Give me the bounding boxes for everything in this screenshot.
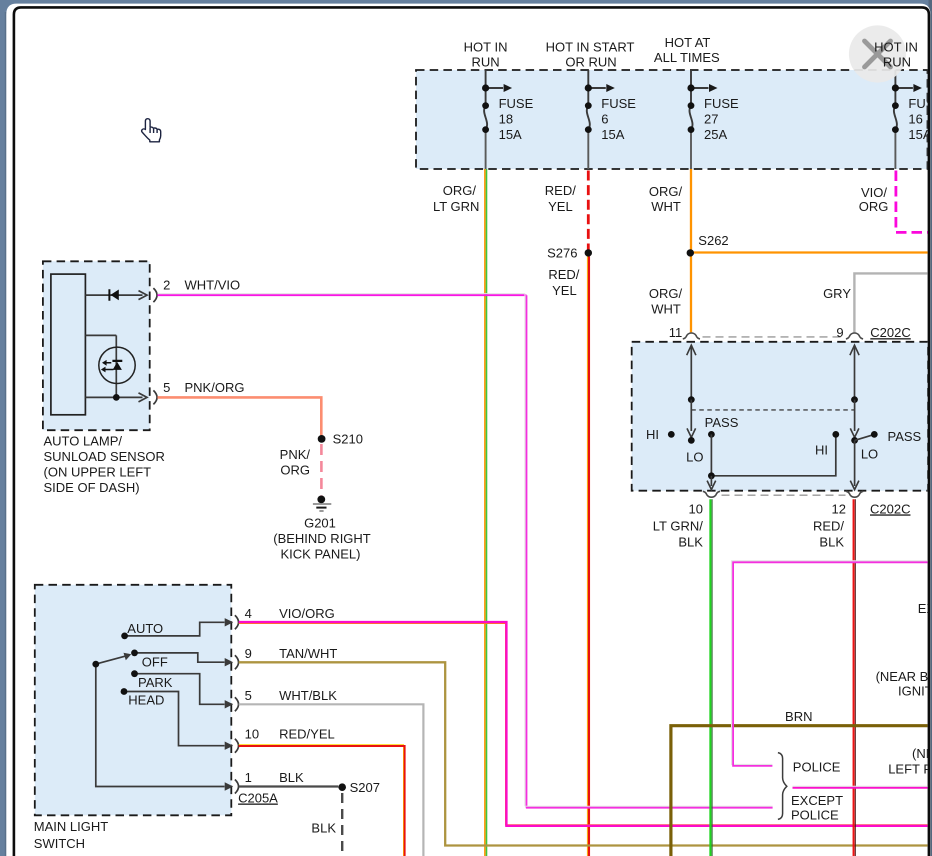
svg-text:PARK: PARK (138, 675, 173, 690)
svg-text:HOT IN START: HOT IN START (546, 40, 635, 55)
svg-text:RED/: RED/ (813, 518, 844, 533)
svg-text:5: 5 (163, 380, 170, 395)
svg-text:S276: S276 (547, 245, 577, 260)
svg-text:16: 16 (908, 112, 922, 127)
svg-text:S262: S262 (698, 233, 728, 248)
svg-text:C205A: C205A (238, 791, 278, 806)
svg-text:SWITCH: SWITCH (34, 836, 85, 851)
svg-text:MAIN LIGHT: MAIN LIGHT (34, 819, 108, 834)
svg-text:WHT: WHT (651, 301, 681, 316)
svg-text:LT GRN/: LT GRN/ (653, 518, 703, 533)
svg-text:G201: G201 (304, 516, 336, 531)
svg-text:BLK: BLK (819, 534, 844, 549)
svg-text:(NEAR BR: (NEAR BR (876, 669, 932, 684)
svg-text:PNK/: PNK/ (280, 447, 311, 462)
svg-text:GRY: GRY (823, 286, 851, 301)
svg-text:HOT IN: HOT IN (874, 40, 918, 55)
svg-text:OFF: OFF (142, 654, 168, 669)
svg-text:18: 18 (499, 112, 513, 127)
svg-text:YEL: YEL (548, 199, 573, 214)
svg-text:LO: LO (686, 450, 703, 465)
svg-text:BLK: BLK (279, 770, 304, 785)
svg-text:RED/: RED/ (545, 183, 576, 198)
svg-text:FUSE: FUSE (704, 96, 739, 111)
svg-text:ORG/: ORG/ (443, 183, 477, 198)
svg-text:11: 11 (669, 325, 683, 340)
svg-text:HEAD: HEAD (128, 692, 164, 707)
svg-text:ORG/: ORG/ (649, 184, 683, 199)
svg-text:C202C: C202C (870, 501, 910, 516)
svg-text:S210: S210 (333, 431, 363, 446)
svg-text:25A: 25A (704, 127, 727, 142)
svg-text:POLICE: POLICE (793, 759, 841, 774)
svg-text:(BEHIND RIGHT: (BEHIND RIGHT (273, 531, 371, 546)
svg-text:LT GRN: LT GRN (433, 199, 479, 214)
svg-text:WHT: WHT (651, 199, 681, 214)
svg-text:SIDE OF DASH): SIDE OF DASH) (44, 480, 140, 495)
svg-text:6: 6 (601, 112, 608, 127)
svg-text:PASS: PASS (888, 429, 922, 444)
svg-text:EXCEPT: EXCEPT (791, 793, 843, 808)
svg-text:PNK/ORG: PNK/ORG (185, 380, 245, 395)
svg-text:TAN/WHT: TAN/WHT (279, 646, 337, 661)
svg-text:WHT/VIO: WHT/VIO (185, 277, 241, 292)
svg-text:RED/YEL: RED/YEL (279, 727, 335, 742)
svg-text:ORG: ORG (280, 462, 310, 477)
svg-text:1: 1 (245, 770, 252, 785)
svg-text:LEFT F: LEFT F (888, 762, 931, 777)
svg-text:OR RUN: OR RUN (565, 55, 616, 70)
svg-text:PASS: PASS (705, 415, 739, 430)
svg-text:5: 5 (245, 688, 252, 703)
svg-text:RED/: RED/ (548, 267, 579, 282)
svg-text:BLK: BLK (311, 821, 336, 836)
svg-text:12: 12 (832, 501, 846, 516)
svg-text:C202C: C202C (870, 325, 910, 340)
svg-text:KICK PANEL): KICK PANEL) (281, 547, 361, 562)
svg-text:VIO/ORG: VIO/ORG (279, 606, 335, 621)
svg-text:HI: HI (646, 427, 659, 442)
svg-text:HI: HI (815, 443, 828, 458)
svg-text:RUN: RUN (472, 55, 500, 70)
svg-text:10: 10 (689, 501, 703, 516)
svg-text:FUSE: FUSE (499, 96, 534, 111)
svg-text:IGNIT: IGNIT (898, 684, 932, 699)
svg-text:ALL TIMES: ALL TIMES (654, 50, 720, 65)
svg-text:10: 10 (245, 727, 259, 742)
svg-text:HOT IN: HOT IN (464, 40, 508, 55)
svg-text:AUTO: AUTO (127, 621, 163, 636)
svg-text:HOT AT: HOT AT (665, 35, 711, 50)
svg-text:2: 2 (163, 277, 170, 292)
svg-text:27: 27 (704, 112, 718, 127)
svg-text:RUN: RUN (883, 55, 911, 70)
svg-text:LO: LO (861, 446, 878, 461)
svg-text:4: 4 (245, 606, 252, 621)
svg-text:ORG: ORG (859, 199, 889, 214)
svg-text:(ON UPPER LEFT: (ON UPPER LEFT (44, 465, 152, 480)
svg-text:POLICE: POLICE (791, 808, 839, 823)
svg-text:9: 9 (836, 325, 843, 340)
svg-text:15A: 15A (499, 127, 522, 142)
svg-text:FUSE: FUSE (601, 96, 636, 111)
svg-text:YEL: YEL (552, 283, 577, 298)
svg-text:15A: 15A (601, 127, 624, 142)
svg-text:AUTO LAMP/: AUTO LAMP/ (44, 434, 123, 449)
svg-text:WHT/BLK: WHT/BLK (279, 688, 337, 703)
svg-text:S207: S207 (350, 780, 380, 795)
svg-text:ORG/: ORG/ (649, 286, 683, 301)
svg-text:BRN: BRN (785, 709, 812, 724)
svg-text:SUNLOAD SENSOR: SUNLOAD SENSOR (44, 449, 165, 464)
svg-text:9: 9 (245, 646, 252, 661)
svg-text:BLK: BLK (678, 534, 703, 549)
svg-text:VIO/: VIO/ (861, 185, 887, 200)
